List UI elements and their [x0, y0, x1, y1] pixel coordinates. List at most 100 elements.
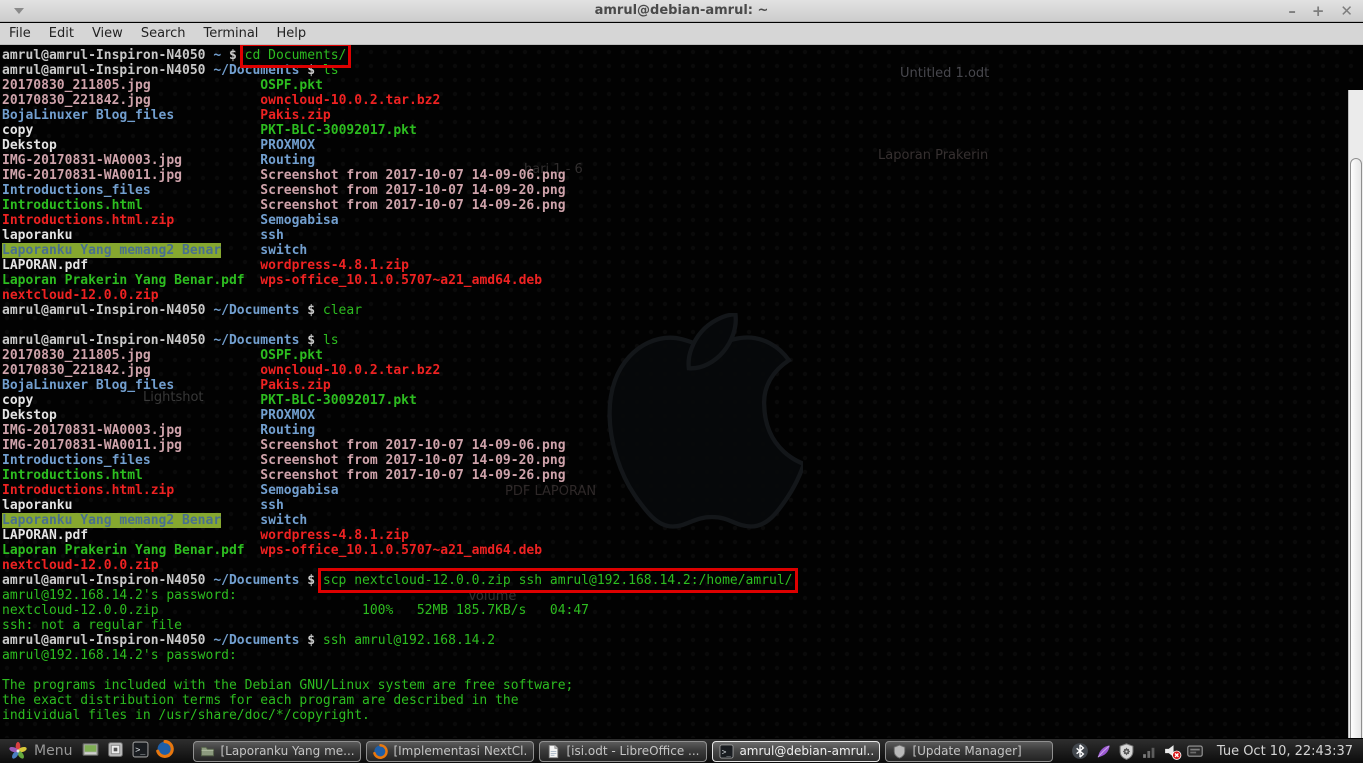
terminal-line: laporanku ssh [2, 228, 284, 243]
terminal-line: nextcloud-12.0.0.zip [2, 288, 159, 303]
terminal-scrollbar[interactable] [1348, 90, 1363, 738]
terminal-line: Introductions.html Screenshot from 2017-… [2, 198, 566, 213]
terminal-line: 20170830_221842.jpg owncloud-10.0.2.tar.… [2, 93, 441, 108]
terminal-line: amrul@amrul-Inspiron-N4050 ~/Documents $… [2, 633, 496, 648]
terminal-line: amrul@192.168.14.2's password: [2, 648, 237, 663]
show-desktop-icon [82, 741, 99, 762]
taskbar-window-button[interactable]: >_ amrul@debian-amrul... [712, 740, 881, 762]
mint-pinwheel-icon [9, 741, 27, 759]
firefox-launcher-launcher[interactable] [155, 740, 175, 762]
taskbar-clock[interactable]: Tue Oct 10, 22:43:37 [1217, 744, 1353, 759]
terminal-line: amrul@amrul-Inspiron-N4050 ~ $ cd Docume… [2, 45, 352, 68]
menu-label: Menu [34, 743, 73, 759]
terminal-line: amrul@amrul-Inspiron-N4050 ~/Documents $… [2, 568, 798, 593]
terminal-line: nextcloud-12.0.0.zip [2, 558, 159, 573]
menu-item-edit[interactable]: Edit [40, 24, 83, 43]
terminal-line: copy PKT-BLC-30092017.pkt [2, 123, 417, 138]
system-tray [1071, 742, 1205, 761]
window-shade-icon[interactable] [14, 8, 24, 14]
message-indicator-icon[interactable] [1186, 742, 1205, 761]
terminal-line: BojaLinuxer Blog_files Pakis.zip [2, 108, 331, 123]
terminal-line: amrul@amrul-Inspiron-N4050 ~/Documents $… [2, 63, 339, 78]
terminal-line: ssh: not a regular file [2, 618, 183, 633]
terminal-line: Laporanku Yang memang2 Benar switch [2, 513, 308, 528]
shield-gear-icon[interactable] [1117, 742, 1136, 761]
document-icon [546, 744, 561, 759]
terminal-line: Introductions.html.zip Semogabisa [2, 483, 339, 498]
window-button-title: [Laporanku Yang me... [220, 744, 355, 758]
titlebar[interactable]: amrul@debian-amrul: ~ – + ✕ [0, 0, 1363, 22]
terminal-line: Laporanku Yang memang2 Benar switch [2, 243, 308, 258]
window-button-title: [isi.odt - LibreOffice ... [566, 744, 700, 758]
terminal-line: Introductions_files Screenshot from 2017… [2, 183, 566, 198]
svg-text:>_: >_ [135, 745, 146, 755]
window-controls: – + ✕ [1288, 0, 1353, 22]
terminal-line: Introductions_files Screenshot from 2017… [2, 453, 566, 468]
firefox-icon [373, 743, 389, 759]
screenshot-tool-icon [107, 741, 124, 762]
folder-icon [200, 744, 215, 759]
taskbar: Menu >_ [Laporanku Yang me... [Implementa… [0, 738, 1363, 763]
minimize-button[interactable]: – [1288, 0, 1296, 22]
signal-bars-icon[interactable] [1140, 742, 1159, 761]
show-desktop-launcher[interactable] [80, 741, 100, 761]
terminal-line: Laporan Prakerin Yang Benar.pdf wps-offi… [2, 543, 543, 558]
feather-icon[interactable] [1094, 742, 1113, 761]
terminal-line: nextcloud-12.0.0.zip 100% 52MB 185.7KB/s… [2, 603, 589, 618]
bluetooth-icon[interactable] [1071, 742, 1090, 761]
terminal-line: Dekstop PROXMOX [2, 408, 316, 423]
annotation-box: scp nextcloud-12.0.0.zip ssh amrul@192.1… [317, 568, 798, 593]
maximize-button[interactable]: + [1312, 0, 1325, 22]
terminal-line: Introductions.html.zip Semogabisa [2, 213, 339, 228]
menu-item-search[interactable]: Search [132, 24, 195, 43]
terminal-line: IMG-20170831-WA0011.jpg Screenshot from … [2, 438, 566, 453]
terminal-line: 20170830_211805.jpg OSPF.pkt [2, 78, 323, 93]
shield-icon [892, 744, 907, 759]
taskbar-window-button[interactable]: [Laporanku Yang me... [193, 740, 362, 762]
terminal-line: copy PKT-BLC-30092017.pkt [2, 393, 417, 408]
terminal-line: LAPORAN.pdf wordpress-4.8.1.zip [2, 258, 409, 273]
taskbar-window-button[interactable]: [isi.odt - LibreOffice ... [539, 740, 708, 762]
window-button-title: [Implementasi NextCl... [393, 744, 528, 758]
terminal-icon: >_ [719, 743, 734, 759]
menu-item-help[interactable]: Help [267, 24, 315, 43]
menu-item-file[interactable]: File [0, 24, 40, 43]
terminal-line: Introductions.html Screenshot from 2017-… [2, 468, 566, 483]
terminal-line: laporanku ssh [2, 498, 284, 513]
terminal-line: BojaLinuxer Blog_files Pakis.zip [2, 378, 331, 393]
menu-item-view[interactable]: View [83, 24, 132, 43]
terminal-line: IMG-20170831-WA0003.jpg Routing [2, 423, 316, 438]
terminal-line: amrul@amrul-Inspiron-N4050 ~/Documents $… [2, 333, 339, 348]
window-button-title: amrul@debian-amrul... [739, 744, 874, 758]
terminal-line: 20170830_221842.jpg owncloud-10.0.2.tar.… [2, 363, 441, 378]
volume-muted-icon[interactable] [1163, 742, 1182, 761]
menu-item-terminal[interactable]: Terminal [194, 24, 267, 43]
svg-text:>_: >_ [722, 747, 732, 756]
terminal-line: Laporan Prakerin Yang Benar.pdf wps-offi… [2, 273, 543, 288]
window-title: amrul@debian-amrul: ~ [594, 3, 769, 18]
terminal-window[interactable]: Untitled 1.odt Laporan Prakerin hari 1 - 6… [0, 45, 1363, 738]
terminal-launcher-launcher[interactable]: >_ [130, 741, 150, 761]
window-button-title: [Update Manager] [912, 744, 1022, 758]
terminal-line: individual files in /usr/share/doc/*/cop… [2, 708, 370, 723]
terminal-line: LAPORAN.pdf wordpress-4.8.1.zip [2, 528, 409, 543]
taskbar-window-button[interactable]: [Implementasi NextCl... [366, 740, 535, 762]
terminal-line: IMG-20170831-WA0003.jpg Routing [2, 153, 316, 168]
terminal-line: amrul@192.168.14.2's password: [2, 588, 237, 603]
terminal-line: 20170830_211805.jpg OSPF.pkt [2, 348, 323, 363]
terminal-line: IMG-20170831-WA0011.jpg Screenshot from … [2, 168, 566, 183]
terminal-output: amrul@amrul-Inspiron-N4050 ~ $ cd Docume… [2, 45, 1347, 723]
menu-button[interactable]: Menu [4, 740, 76, 763]
taskbar-window-button[interactable]: [Update Manager] [885, 740, 1054, 762]
screenshot-tool-launcher[interactable] [105, 741, 125, 761]
close-button[interactable]: ✕ [1340, 0, 1353, 22]
scrollbar-thumb[interactable] [1350, 158, 1362, 738]
terminal-launcher-icon: >_ [132, 741, 149, 762]
annotation-box: cd Documents/ [239, 45, 352, 68]
menubar: File Edit View Search Terminal Help [0, 23, 1363, 45]
terminal-line: The programs included with the Debian GN… [2, 678, 574, 693]
terminal-line: the exact distribution terms for each pr… [2, 693, 519, 708]
firefox-launcher-icon [156, 740, 175, 762]
